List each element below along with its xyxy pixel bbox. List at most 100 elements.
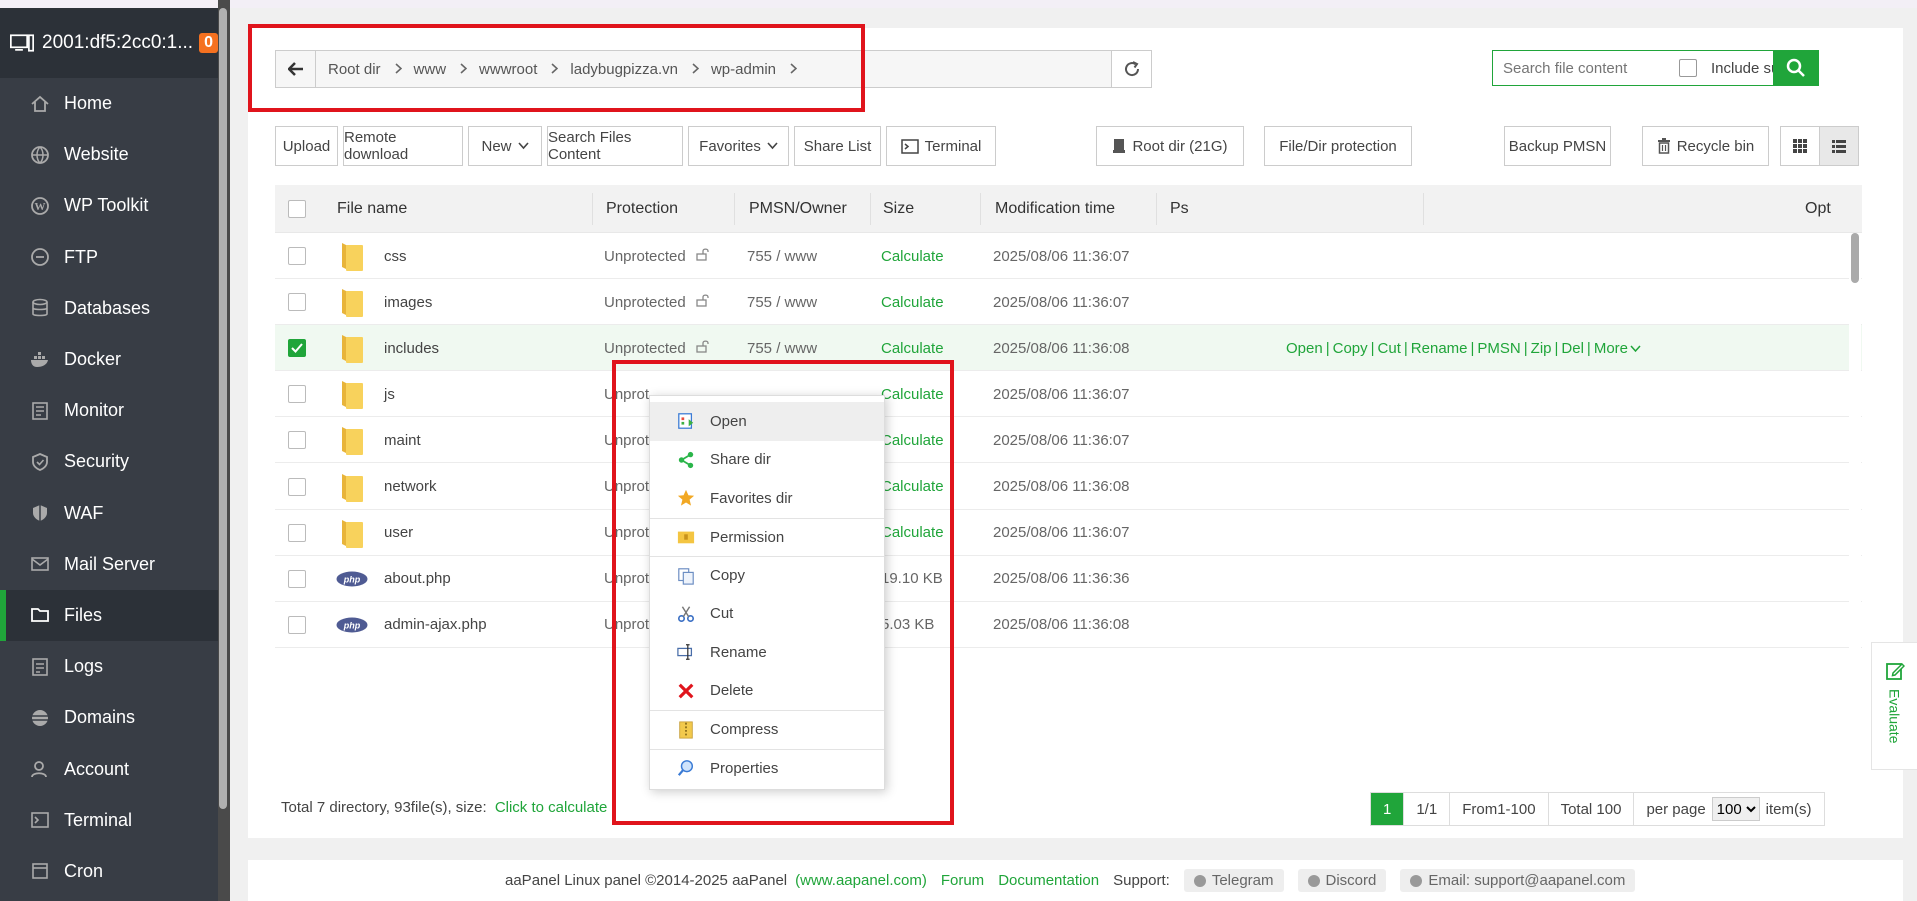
row-op-pmsn[interactable]: PMSN [1477, 340, 1520, 357]
file-name[interactable]: user [384, 510, 413, 556]
share-list-button[interactable]: Share List [794, 126, 881, 166]
owner-permission[interactable]: 755 / www [747, 279, 817, 325]
per-page-select[interactable]: 100 [1711, 797, 1760, 821]
sidebar-item-security[interactable]: Security [0, 436, 218, 487]
sidebar-item-mail-server[interactable]: Mail Server [0, 539, 218, 590]
server-host[interactable]: 2001:df5:2cc0:1... 0 [0, 8, 218, 78]
file-dir-protection-button[interactable]: File/Dir protection [1264, 126, 1412, 166]
sidebar-scrollbar-thumb[interactable] [219, 8, 227, 809]
row-checkbox[interactable] [288, 569, 306, 588]
context-menu-favorites-dir[interactable]: Favorites dir [650, 479, 884, 518]
col-file-name[interactable]: File name [337, 185, 407, 233]
calculate-size-link[interactable]: Calculate [881, 417, 944, 463]
table-row[interactable]: includes Unprotected 755 / www Calculate 202… [275, 325, 1862, 372]
col-mtime[interactable]: Modification time [995, 185, 1115, 233]
context-menu-copy[interactable]: Copy [650, 556, 884, 595]
refresh-button[interactable] [1111, 50, 1152, 88]
row-checkbox[interactable] [288, 431, 306, 450]
col-size[interactable]: Size [883, 185, 914, 233]
table-row[interactable]: maint Unprot Calculate 2025/08/06 11:36:07 [275, 417, 1862, 464]
favorites-button[interactable]: Favorites [688, 126, 789, 166]
breadcrumb-item[interactable]: ladybugpizza.vn [570, 61, 700, 78]
telegram-link[interactable]: Telegram [1183, 869, 1284, 892]
breadcrumb-item[interactable]: Root dir [328, 61, 402, 78]
calculate-size-link[interactable]: Calculate [881, 233, 944, 279]
breadcrumb-item[interactable]: www [414, 61, 468, 78]
search-files-content-button[interactable]: Search Files Content [547, 126, 683, 166]
row-op-copy[interactable]: Copy [1333, 340, 1368, 357]
row-checkbox[interactable] [288, 293, 306, 312]
calculate-size-link[interactable]: Click to calculate [495, 799, 608, 816]
context-menu-cut[interactable]: Cut [650, 595, 884, 634]
table-row[interactable]: php admin-ajax.php Unprot 5.03 KB 2025/08/06… [275, 602, 1862, 648]
owner-permission[interactable]: 755 / www [747, 233, 817, 279]
sidebar-item-waf[interactable]: WAF [0, 488, 218, 539]
search-content-input[interactable] [1493, 59, 1673, 77]
col-protection[interactable]: Protection [606, 185, 678, 233]
row-checkbox[interactable] [288, 339, 306, 358]
notification-badge[interactable]: 0 [199, 33, 218, 53]
sidebar-item-monitor[interactable]: Monitor [0, 385, 218, 436]
calculate-size-link[interactable]: Calculate [881, 325, 944, 371]
calculate-size-link[interactable]: Calculate [881, 279, 944, 325]
file-name[interactable]: network [384, 464, 437, 510]
sidebar-item-home[interactable]: Home [0, 78, 218, 129]
sidebar-item-files[interactable]: Files [0, 589, 218, 642]
table-row[interactable]: user Unprot Calculate 2025/08/06 11:36:07 [275, 510, 1862, 556]
table-scrollbar-thumb[interactable] [1851, 233, 1859, 283]
sidebar-item-ftp[interactable]: FTP [0, 232, 218, 283]
calculate-size-link[interactable]: Calculate [881, 371, 944, 417]
site-link[interactable]: (www.aapanel.com) [795, 872, 927, 889]
include-subdir-checkbox[interactable] [1679, 59, 1697, 77]
context-menu-properties[interactable]: Properties [650, 748, 884, 788]
context-menu-open[interactable]: Open [650, 402, 884, 441]
sidebar-item-account[interactable]: Account [0, 743, 218, 794]
context-menu-compress[interactable]: Compress [650, 710, 884, 749]
back-button[interactable] [276, 51, 316, 87]
row-op-del[interactable]: Del [1561, 340, 1584, 357]
email-link[interactable]: Email: support@aapanel.com [1400, 869, 1636, 892]
grid-view-button[interactable] [1780, 126, 1820, 166]
row-checkbox[interactable] [288, 615, 306, 634]
breadcrumb-item[interactable]: wwwroot [479, 61, 559, 78]
file-name[interactable]: images [384, 279, 432, 325]
file-name[interactable]: about.php [384, 556, 451, 602]
sidebar-item-docker[interactable]: Docker [0, 334, 218, 385]
col-owner[interactable]: PMSN/Owner [749, 185, 847, 233]
recycle-bin-button[interactable]: Recycle bin [1642, 126, 1769, 166]
sidebar-scrollbar-track[interactable] [218, 8, 228, 809]
context-menu-share-dir[interactable]: Share dir [650, 441, 884, 480]
file-name[interactable]: css [384, 233, 407, 279]
sidebar-item-databases[interactable]: Databases [0, 283, 218, 334]
remote-download-button[interactable]: Remote download [343, 126, 463, 166]
docs-link[interactable]: Documentation [998, 872, 1099, 889]
terminal-button[interactable]: Terminal [886, 126, 996, 166]
sidebar-item-cron[interactable]: Cron [0, 846, 218, 897]
search-button[interactable] [1773, 50, 1819, 86]
table-row[interactable]: images Unprotected 755 / www Calculate 2025/… [275, 279, 1862, 326]
page-current[interactable]: 1 [1371, 793, 1405, 825]
sidebar-item-terminal[interactable]: Terminal [0, 795, 218, 846]
file-name[interactable]: includes [384, 325, 439, 371]
calculate-size-link[interactable]: Calculate [881, 510, 944, 556]
sidebar-item-website[interactable]: Website [0, 129, 218, 180]
sidebar-item-logs[interactable]: Logs [0, 641, 218, 692]
row-checkbox[interactable] [288, 247, 306, 265]
table-row[interactable]: network Unprot Calculate 2025/08/06 11:36:0… [275, 464, 1862, 510]
file-name[interactable]: maint [384, 417, 421, 463]
row-op-rename[interactable]: Rename [1411, 340, 1468, 357]
sidebar-item-domains[interactable]: Domains [0, 692, 218, 743]
context-menu-delete[interactable]: Delete [650, 672, 884, 711]
sidebar-item-wp-toolkit[interactable]: W WP Toolkit [0, 180, 218, 231]
forum-link[interactable]: Forum [941, 872, 984, 889]
row-checkbox[interactable] [288, 385, 306, 404]
row-checkbox[interactable] [288, 523, 306, 542]
unlock-icon[interactable] [696, 340, 710, 357]
row-op-cut[interactable]: Cut [1378, 340, 1401, 357]
unlock-icon[interactable] [696, 294, 710, 311]
row-op-zip[interactable]: Zip [1531, 340, 1552, 357]
root-dir-button[interactable]: Root dir (21G) [1096, 126, 1244, 166]
upload-button[interactable]: Upload [275, 126, 338, 166]
context-menu-rename[interactable]: Rename [650, 633, 884, 672]
file-name[interactable]: admin-ajax.php [384, 602, 487, 648]
